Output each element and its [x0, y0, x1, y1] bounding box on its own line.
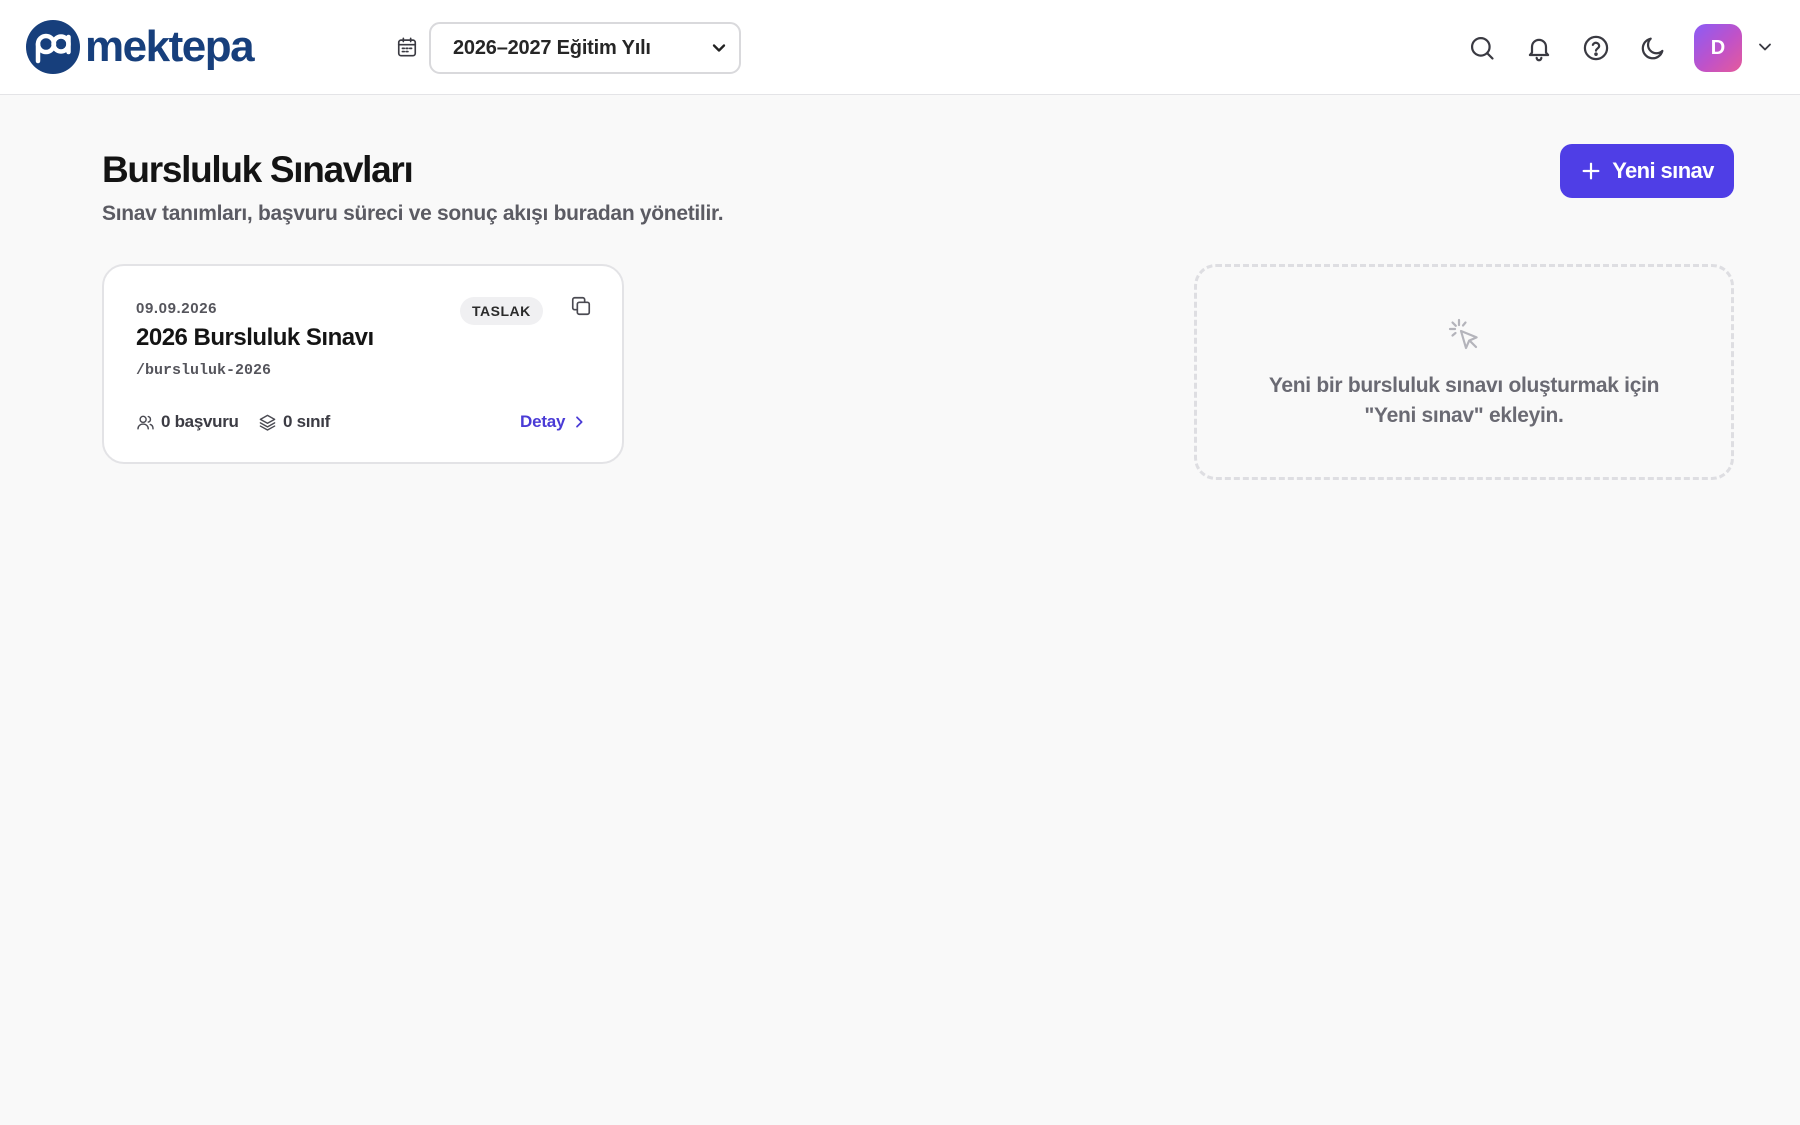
help-icon[interactable]	[1582, 34, 1610, 62]
applications-count: 0 başvuru	[136, 412, 239, 432]
brand-logo-mark-icon	[26, 19, 80, 74]
academic-year-select[interactable]: 2026–2027 Eğitim Yılı	[429, 22, 741, 74]
new-exam-placeholder[interactable]: Yeni bir bursluluk sınavı oluşturmak içi…	[1194, 264, 1734, 480]
layers-icon	[259, 414, 276, 431]
brand-logo[interactable]: mektepa	[25, 18, 255, 75]
classes-count: 0 sınıf	[258, 412, 330, 432]
copy-icon[interactable]	[570, 295, 592, 317]
exam-title: 2026 Bursluluk Sınavı	[136, 324, 374, 351]
calendar-icon	[397, 37, 417, 57]
academic-year-value: 2026–2027 Eğitim Yılı	[453, 36, 651, 59]
detail-link-label: Detay	[520, 412, 566, 431]
classes-count-label: 0 sınıf	[283, 412, 331, 431]
bell-icon[interactable]	[1525, 34, 1553, 62]
status-badge: TASLAK	[460, 297, 543, 325]
plus-icon	[1582, 162, 1600, 180]
applications-count-label: 0 başvuru	[161, 412, 239, 431]
chevron-right-icon	[576, 416, 583, 428]
page-subtitle: Sınav tanımları, başvuru süreci ve sonuç…	[102, 202, 724, 225]
new-exam-button[interactable]: Yeni sınav	[1560, 144, 1734, 198]
users-icon	[137, 415, 154, 430]
brand-name: mektepa	[85, 21, 255, 71]
exam-card[interactable]: 09.09.2026 2026 Bursluluk Sınavı /burslu…	[102, 264, 624, 464]
cursor-click-icon	[1448, 318, 1478, 350]
moon-icon[interactable]	[1639, 34, 1667, 62]
empty-state-text: Yeni bir bursluluk sınavı oluşturmak içi…	[1217, 371, 1711, 431]
empty-state-line-2: "Yeni sınav" ekleyin.	[1364, 404, 1564, 427]
exam-slug: /bursluluk-2026	[136, 362, 272, 379]
chevron-down-icon[interactable]	[1755, 37, 1775, 57]
chevron-down-icon	[712, 44, 726, 52]
search-icon[interactable]	[1468, 34, 1496, 62]
page-title: Bursluluk Sınavları	[102, 149, 414, 190]
top-bar: mektepa 2026–2027 Eğitim Yılı D	[0, 0, 1800, 95]
user-avatar[interactable]: D	[1694, 24, 1742, 72]
exam-date: 09.09.2026	[136, 300, 218, 317]
detail-link[interactable]: Detay	[520, 412, 587, 432]
empty-state-line-1: Yeni bir bursluluk sınavı oluşturmak içi…	[1268, 374, 1660, 397]
new-exam-button-label: Yeni sınav	[1612, 158, 1714, 183]
